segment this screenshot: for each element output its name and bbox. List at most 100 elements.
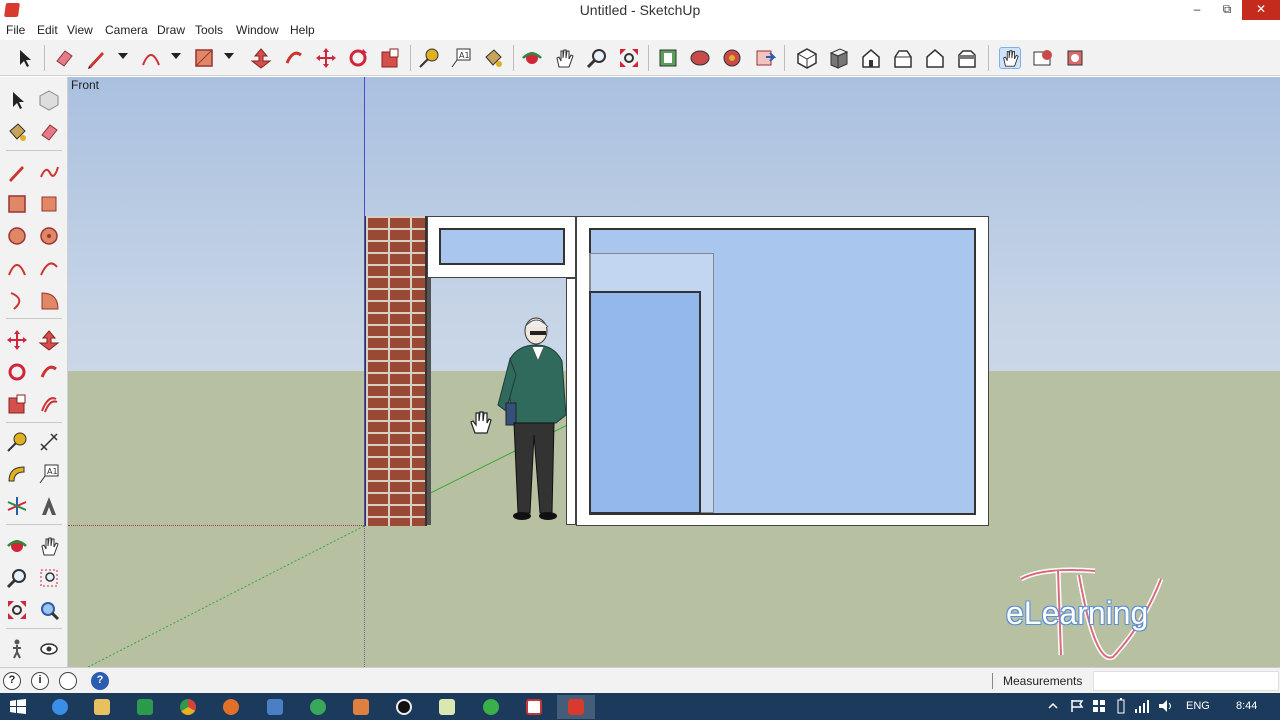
taskbar-app-dark[interactable] <box>385 695 423 719</box>
move-icon[interactable] <box>6 329 28 351</box>
push-pull-icon[interactable] <box>38 329 60 351</box>
select-arrow-icon[interactable] <box>14 47 36 69</box>
sliding-panel-glass[interactable] <box>589 291 701 514</box>
tray-language[interactable]: ENG <box>1186 700 1210 712</box>
offset-icon[interactable] <box>38 393 60 415</box>
line-icon[interactable] <box>6 161 28 183</box>
previous-view-icon[interactable] <box>38 599 60 621</box>
tape-measure-icon[interactable] <box>418 47 440 69</box>
taskbar-app-green[interactable] <box>126 695 164 719</box>
paint-bucket-icon[interactable] <box>6 121 28 143</box>
rectangle-icon[interactable] <box>6 193 28 215</box>
line-dropdown-icon[interactable] <box>118 53 128 59</box>
zoom-icon[interactable] <box>6 567 28 589</box>
menu-draw[interactable]: Draw <box>157 23 185 37</box>
menu-window[interactable]: Window <box>236 23 279 37</box>
extension-manager-icon[interactable] <box>1064 47 1086 69</box>
user-account-icon[interactable] <box>59 672 77 690</box>
ruby-console-icon[interactable] <box>1032 47 1054 69</box>
orbit-icon[interactable] <box>521 47 543 69</box>
geo-location-icon[interactable]: ? <box>3 672 21 690</box>
taskbar-sketchup[interactable] <box>557 695 595 719</box>
rotated-rectangle-icon[interactable] <box>38 193 60 215</box>
taskbar-explorer[interactable] <box>83 695 121 719</box>
taskbar-pdf[interactable] <box>515 695 553 719</box>
close-button[interactable]: ✕ <box>1242 0 1280 20</box>
top-view-icon[interactable] <box>828 47 850 69</box>
text-label-icon[interactable]: A1 <box>450 47 472 69</box>
taskbar-app-orange[interactable] <box>342 695 380 719</box>
orbit-icon[interactable] <box>6 535 28 557</box>
text-label-icon[interactable]: A1 <box>38 463 60 485</box>
follow-me-icon[interactable] <box>283 47 305 69</box>
circle-icon[interactable] <box>6 225 28 247</box>
tray-volume-icon[interactable] <box>1158 699 1174 713</box>
axes-icon[interactable] <box>6 495 28 517</box>
brick-wall[interactable] <box>365 216 427 526</box>
shape-dropdown-icon[interactable] <box>224 53 234 59</box>
arc-icon[interactable] <box>6 257 28 279</box>
scale-icon[interactable] <box>6 393 28 415</box>
taskbar-app-blue[interactable] <box>256 695 294 719</box>
zoom-extents-icon[interactable] <box>618 47 640 69</box>
tape-measure-icon[interactable] <box>6 431 28 453</box>
transom-glass[interactable] <box>439 228 565 265</box>
push-pull-icon[interactable] <box>250 47 272 69</box>
measurements-input[interactable] <box>1093 671 1279 691</box>
polygon-icon[interactable] <box>38 225 60 247</box>
drawing-viewport[interactable]: Front eLearning <box>68 77 1280 667</box>
zoom-extents-icon[interactable] <box>6 599 28 621</box>
rotate-icon[interactable] <box>347 47 369 69</box>
pan-hand-icon[interactable] <box>553 47 575 69</box>
pie-icon[interactable] <box>38 289 60 311</box>
zoom-icon[interactable] <box>586 47 608 69</box>
warehouse-icon[interactable] <box>657 47 679 69</box>
tray-clock[interactable]: 8:44 <box>1236 700 1257 712</box>
taskbar-app-leaf[interactable] <box>472 695 510 719</box>
taskbar-notes[interactable] <box>428 695 466 719</box>
tray-chevron-up-icon[interactable] <box>1048 701 1058 711</box>
tray-windows-icon[interactable] <box>1092 699 1106 713</box>
rotate-icon[interactable] <box>6 361 28 383</box>
select-hand-icon[interactable] <box>999 47 1021 69</box>
minimize-button[interactable]: – <box>1182 0 1212 20</box>
move-icon[interactable] <box>315 47 337 69</box>
tray-network-icon[interactable] <box>1134 699 1150 713</box>
make-component-icon[interactable] <box>38 89 60 111</box>
left-view-icon[interactable] <box>956 47 978 69</box>
layout-send-icon[interactable] <box>754 47 776 69</box>
select-arrow-icon[interactable] <box>6 89 28 111</box>
arc-icon[interactable] <box>140 47 162 69</box>
menu-help[interactable]: Help <box>290 23 315 37</box>
windows-start-icon[interactable] <box>10 699 26 714</box>
extension-warehouse-icon[interactable] <box>721 47 743 69</box>
menu-view[interactable]: View <box>67 23 93 37</box>
tray-flag-icon[interactable] <box>1070 699 1084 713</box>
menu-tools[interactable]: Tools <box>195 23 223 37</box>
three-point-arc-icon[interactable] <box>6 289 28 311</box>
3d-text-icon[interactable] <box>38 495 60 517</box>
pencil-line-icon[interactable] <box>86 47 108 69</box>
protractor-icon[interactable] <box>6 463 28 485</box>
front-view-icon[interactable] <box>860 47 882 69</box>
back-view-icon[interactable] <box>924 47 946 69</box>
eraser-icon[interactable] <box>38 121 60 143</box>
share-model-icon[interactable] <box>689 47 711 69</box>
arc-dropdown-icon[interactable] <box>171 53 181 59</box>
menu-camera[interactable]: Camera <box>105 23 148 37</box>
two-point-arc-icon[interactable] <box>38 257 60 279</box>
taskbar-firefox[interactable] <box>212 695 250 719</box>
iso-view-icon[interactable] <box>796 47 818 69</box>
tray-battery-icon[interactable] <box>1116 698 1126 714</box>
instructor-help-icon[interactable]: ? <box>91 672 109 690</box>
restore-button[interactable]: ⧉ <box>1212 0 1242 20</box>
menu-edit[interactable]: Edit <box>37 23 58 37</box>
paint-bucket-icon[interactable] <box>482 47 504 69</box>
scale-icon[interactable] <box>379 47 401 69</box>
eraser-icon[interactable] <box>53 47 75 69</box>
walk-icon[interactable] <box>6 638 28 660</box>
freehand-icon[interactable] <box>38 161 60 183</box>
look-around-icon[interactable] <box>38 638 60 660</box>
rectangle-icon[interactable] <box>193 47 215 69</box>
pan-hand-icon[interactable] <box>38 535 60 557</box>
